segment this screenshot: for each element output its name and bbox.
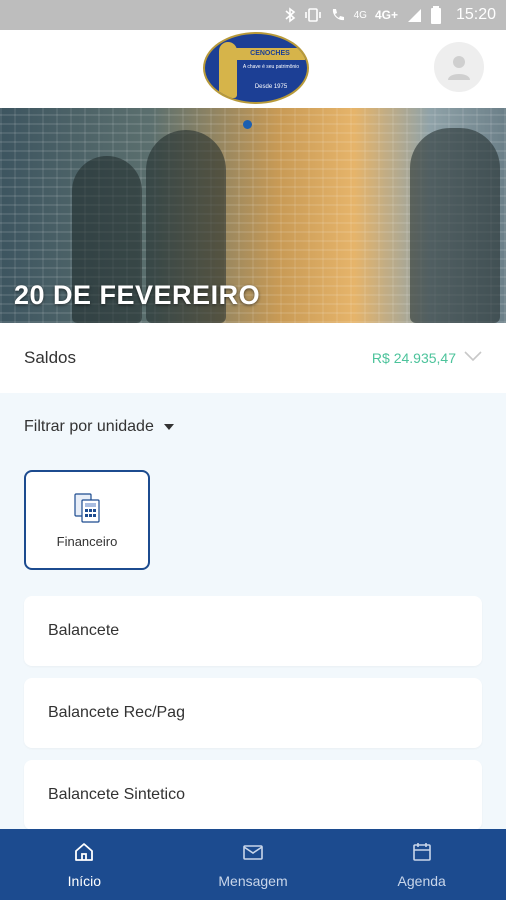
logo-tagline: A chave é seu patrimônio — [242, 64, 300, 70]
report-label: Balancete — [48, 622, 120, 639]
dropdown-caret-icon — [163, 424, 174, 430]
home-icon — [75, 842, 94, 861]
nav-agenda[interactable]: Agenda — [337, 829, 506, 900]
list-item-balancete[interactable]: Balancete — [24, 596, 482, 666]
carousel-indicator[interactable] — [243, 120, 252, 129]
bottom-navigation: Início Mensagem Agenda — [0, 829, 506, 900]
category-label: Financeiro — [56, 533, 118, 549]
network-plus-label: 4G+ — [374, 8, 398, 22]
saldos-value: R$ 24.935,47 — [371, 350, 456, 366]
user-avatar[interactable] — [434, 42, 484, 92]
banner-date: 20 DE FEVEREIRO — [14, 280, 261, 310]
silhouette — [410, 128, 500, 323]
nav-label: Início — [67, 872, 102, 889]
nav-inicio[interactable]: Início — [0, 829, 169, 900]
clock: 15:20 — [455, 6, 496, 23]
report-label: Balancete Rec/Pag — [48, 704, 185, 721]
battery-icon — [430, 6, 442, 24]
filter-label: Filtrar por unidade — [24, 418, 154, 435]
signal-icon — [406, 7, 422, 23]
chevron-down-icon[interactable] — [464, 349, 482, 367]
saldos-label: Saldos — [24, 348, 76, 367]
calendar-icon — [412, 842, 431, 861]
report-label: Balancete Sintetico — [48, 786, 185, 803]
app-header: CENOCHES IMOVEIS A chave é seu patrimôni… — [0, 30, 506, 108]
network-label: 4G — [353, 9, 367, 21]
company-logo: CENOCHES IMOVEIS A chave é seu patrimôni… — [203, 32, 309, 104]
nav-label: Mensagem — [218, 872, 288, 889]
status-bar: 4G 4G+ 15:20 — [0, 0, 506, 30]
nav-label: Agenda — [397, 872, 446, 889]
vibrate-icon — [304, 7, 322, 23]
unit-filter-dropdown[interactable]: Filtrar por unidade — [24, 418, 174, 436]
logo-since: Desde 1975 — [254, 84, 288, 90]
logo-brand: CENOCHES IMOVEIS — [235, 48, 305, 69]
mail-icon — [243, 844, 263, 860]
bluetooth-icon — [284, 7, 296, 23]
saldos-row[interactable]: Saldos R$ 24.935,47 — [0, 323, 506, 393]
user-icon — [448, 56, 470, 80]
call-icon — [330, 7, 346, 23]
nav-mensagem[interactable]: Mensagem — [169, 829, 338, 900]
financial-report-icon — [74, 492, 100, 523]
list-item-balancete-sintetico[interactable]: Balancete Sintetico — [24, 760, 482, 830]
date-banner[interactable]: 20 DE FEVEREIRO — [0, 108, 506, 323]
list-item-balancete-rec-pag[interactable]: Balancete Rec/Pag — [24, 678, 482, 748]
category-card-financeiro[interactable]: Financeiro — [24, 470, 150, 570]
